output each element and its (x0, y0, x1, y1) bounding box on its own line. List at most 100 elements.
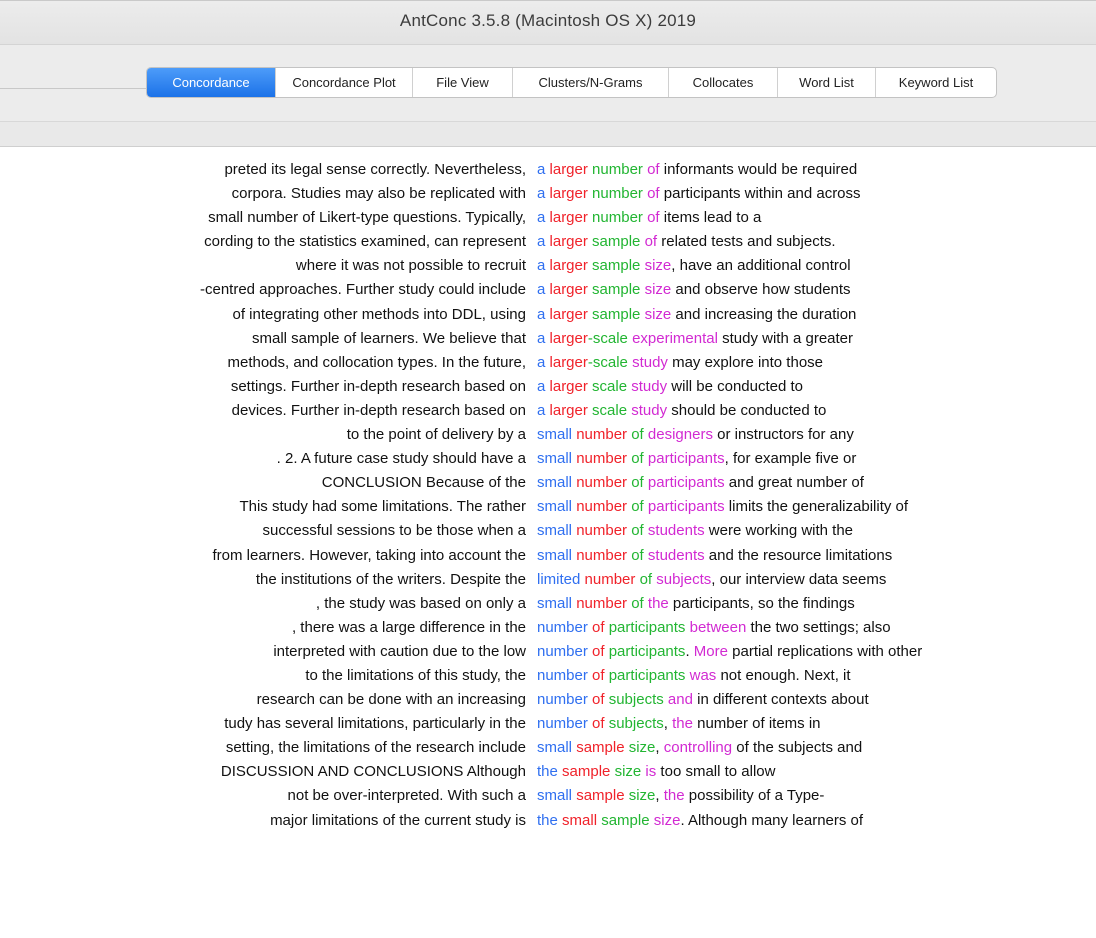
search-term-token: participants (608, 666, 686, 684)
context-text: , our interview data seems (711, 570, 887, 588)
right-context: small sample size, controlling of the su… (537, 736, 862, 760)
concordance-row[interactable]: This study had some limitations. The rat… (0, 495, 1096, 519)
search-term-token: larger (549, 185, 588, 203)
tab-word-list[interactable]: Word List (778, 68, 876, 97)
search-term-token: of (631, 450, 644, 468)
search-term-token: of (644, 233, 658, 251)
concordance-row[interactable]: not be over-interpreted. With such a smal… (0, 784, 1096, 808)
left-context: small number of Likert-type questions. T… (208, 209, 526, 227)
window-title: AntConc 3.5.8 (Macintosh OS X) 2019 (399, 11, 697, 30)
concordance-row[interactable]: , there was a large difference in the num… (0, 616, 1096, 640)
left-context: methods, and collocation types. In the f… (227, 353, 526, 371)
search-term-token: size (644, 257, 672, 275)
search-term-token: larger (549, 257, 588, 275)
search-term-token: size (628, 787, 656, 805)
tab-concordance[interactable]: Concordance (147, 68, 276, 97)
context-text: possibility of a Type- (684, 787, 825, 805)
context-text: too small to allow (656, 763, 776, 781)
tab-file-view[interactable]: File View (413, 68, 513, 97)
context-text: in different contexts about (692, 691, 869, 709)
concordance-row[interactable]: settings. Further in-depth research base… (0, 375, 1096, 399)
search-term-token: larger (549, 281, 588, 299)
concordance-row[interactable]: DISCUSSION AND CONCLUSIONS Although the s… (0, 760, 1096, 784)
search-term-token: sample (592, 233, 641, 251)
concordance-row[interactable]: to the limitations of this study, the num… (0, 664, 1096, 688)
concordance-row[interactable]: -centred approaches. Further study could… (0, 278, 1096, 302)
context-text: informants would be required (659, 161, 858, 178)
search-term-token: larger (549, 329, 588, 347)
search-term-token: was (689, 666, 717, 684)
search-term-token: number (537, 715, 588, 733)
left-context: settings. Further in-depth research base… (230, 377, 526, 395)
left-context: from learners. However, taking into acco… (212, 546, 527, 564)
concordance-row[interactable]: from learners. However, taking into acco… (0, 544, 1096, 568)
context-text: limits the generalizability of (724, 498, 909, 516)
concordance-results[interactable]: preted its legal sense correctly. Nevert… (0, 158, 1096, 938)
search-term-token: of (639, 570, 653, 588)
concordance-row[interactable]: corpora. Studies may also be replicated … (0, 182, 1096, 206)
context-text: , for example five or (724, 450, 857, 468)
search-term-token: of (647, 161, 660, 178)
context-text: not enough. Next, it (716, 666, 851, 684)
search-term-token: small (537, 498, 573, 516)
concordance-row[interactable]: . 2. A future case study should have a sm… (0, 447, 1096, 471)
left-context: cording to the statistics examined, can … (204, 233, 526, 251)
concordance-row[interactable]: cording to the statistics examined, can … (0, 230, 1096, 254)
search-term-token: subjects (656, 570, 712, 588)
right-context: a larger-scale study may explore into th… (537, 351, 823, 375)
concordance-row[interactable]: major limitations of the current study i… (0, 809, 1096, 833)
context-text: will be conducted to (667, 377, 804, 395)
concordance-row[interactable]: successful sessions to be those when a sm… (0, 519, 1096, 543)
context-text: or instructors for any (712, 426, 854, 444)
concordance-row[interactable]: preted its legal sense correctly. Nevert… (0, 158, 1096, 182)
concordance-row[interactable]: the institutions of the writers. Despite… (0, 568, 1096, 592)
left-context: small sample of learners. We believe tha… (251, 329, 526, 347)
context-text: and increasing the duration (671, 305, 857, 323)
left-context: where it was not possible to recruit (295, 257, 526, 275)
concordance-row[interactable]: , the study was based on only a small num… (0, 592, 1096, 616)
search-term-token: sample (576, 739, 625, 757)
search-term-token: participants (608, 642, 686, 660)
tab-concordance-plot[interactable]: Concordance Plot (276, 68, 413, 97)
search-term-token: number (576, 426, 628, 444)
search-term-token: participants (647, 474, 725, 492)
search-term-token: sample (562, 763, 611, 781)
concordance-row[interactable]: interpreted with caution due to the low n… (0, 640, 1096, 664)
concordance-row[interactable]: setting, the limitations of the research… (0, 736, 1096, 760)
search-term-token: number (537, 642, 588, 660)
concordance-row[interactable]: where it was not possible to recruit a la… (0, 254, 1096, 278)
left-context: the institutions of the writers. Despite… (255, 570, 526, 588)
tab-keyword-list[interactable]: Keyword List (876, 68, 996, 97)
search-term-token: -scale (587, 353, 628, 371)
concordance-row[interactable]: small number of Likert-type questions. T… (0, 206, 1096, 230)
search-term-token: larger (549, 209, 588, 227)
concordance-row[interactable]: to the point of delivery by a small numbe… (0, 423, 1096, 447)
concordance-row[interactable]: methods, and collocation types. In the f… (0, 351, 1096, 375)
context-text: and great number of (724, 474, 864, 492)
search-term-token: the (647, 594, 669, 612)
search-term-token: larger (549, 377, 588, 395)
tab-clusters-ngrams[interactable]: Clusters/N-Grams (513, 68, 669, 97)
search-term-token: number (576, 546, 628, 564)
search-term-token: of (592, 715, 605, 733)
search-term-token: participants (647, 450, 725, 468)
search-term-token: study (631, 377, 668, 395)
right-context: a larger sample size and increasing the … (537, 303, 856, 327)
search-term-token: sample (601, 811, 650, 829)
concordance-row[interactable]: devices. Further in-depth research based… (0, 399, 1096, 423)
concordance-row[interactable]: research can be done with an increasing n… (0, 688, 1096, 712)
context-text: participants within and across (659, 185, 861, 203)
concordance-row[interactable]: CONCLUSION Because of the small number of… (0, 471, 1096, 495)
search-term-token: of (631, 498, 644, 516)
search-term-token: More (693, 642, 728, 660)
concordance-row[interactable]: tudy has several limitations, particular… (0, 712, 1096, 736)
tool-tabs: Concordance Concordance Plot File View C… (146, 67, 997, 98)
search-term-token: size (614, 763, 642, 781)
context-text: number of items in (692, 715, 821, 733)
context-text: and observe how students (671, 281, 851, 299)
concordance-row[interactable]: small sample of learners. We believe tha… (0, 327, 1096, 351)
tab-collocates[interactable]: Collocates (669, 68, 778, 97)
context-text: may explore into those (667, 353, 824, 371)
concordance-row[interactable]: of integrating other methods into DDL, u… (0, 303, 1096, 327)
right-context: a larger-scale experimental study with a… (537, 327, 853, 351)
